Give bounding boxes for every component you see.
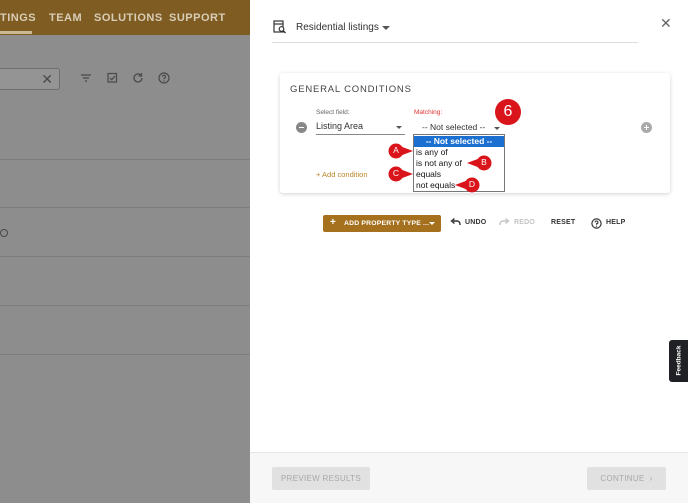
undo-icon[interactable] — [450, 217, 461, 231]
matching-value: -- Not selected -- — [422, 122, 486, 132]
active-nav-indicator — [0, 31, 32, 34]
redo-icon — [499, 217, 510, 231]
add-property-type-button[interactable]: + ADD PROPERTY TYPE ... — [323, 215, 441, 232]
select-field-label: Select field: — [316, 109, 350, 116]
checklist-icon[interactable] — [106, 72, 118, 84]
chevron-right-icon: › — [647, 474, 653, 483]
annotation-letter-b: B — [481, 157, 487, 167]
panel-title[interactable]: Residential listings — [296, 22, 379, 33]
annotation-letter-c: C — [392, 168, 400, 178]
matching-dropdown[interactable]: -- Not selected -- — [414, 121, 501, 135]
background-row-divider — [0, 354, 250, 355]
background-top-nav: TINGS TEAM SOLUTIONS SUPPORT — [0, 0, 250, 35]
sort-icon[interactable] — [80, 72, 92, 84]
background-row-divider — [0, 256, 250, 257]
nav-item-support[interactable]: SUPPORT — [169, 12, 226, 24]
feedback-tab[interactable]: Feedback — [669, 340, 688, 382]
plus-icon: + — [330, 217, 337, 228]
add-condition-link[interactable]: + Add condition — [316, 170, 368, 179]
close-icon[interactable]: ✕ — [660, 15, 672, 32]
option-not-selected[interactable]: -- Not selected -- — [414, 136, 504, 147]
help-button[interactable]: HELP — [606, 219, 625, 226]
background-row-divider — [0, 305, 250, 306]
feedback-label: Feedback — [675, 345, 683, 376]
clear-search-icon[interactable]: ✕ — [41, 71, 53, 88]
chevron-down-icon — [396, 126, 402, 129]
refresh-icon[interactable] — [132, 72, 144, 84]
select-field-dropdown[interactable]: Listing Area — [316, 121, 405, 135]
nav-item-listings[interactable]: TINGS — [0, 12, 36, 24]
matching-label: Matching: — [414, 109, 443, 116]
preview-results-button[interactable]: PREVIEW RESULTS — [272, 467, 370, 490]
help-icon[interactable] — [591, 218, 602, 232]
continue-button[interactable]: CONTINUE › — [587, 467, 666, 490]
undo-button[interactable]: UNDO — [465, 219, 486, 226]
annotation-letter-a: A — [393, 145, 399, 155]
remove-condition-icon[interactable] — [296, 122, 307, 133]
chevron-down-icon — [429, 222, 435, 225]
continue-label: CONTINUE — [600, 474, 645, 483]
help-icon — [0, 229, 8, 237]
title-underline — [272, 42, 638, 43]
background-row-divider — [0, 159, 250, 160]
nav-item-team[interactable]: TEAM — [49, 12, 82, 24]
listing-search-icon — [273, 20, 287, 34]
chevron-down-icon[interactable] — [382, 26, 390, 30]
background-row-divider — [0, 207, 250, 208]
add-condition-row-icon[interactable] — [641, 122, 652, 133]
background-search-input[interactable]: ✕ — [0, 68, 60, 90]
filter-side-panel: Residential listings ✕ GENERAL CONDITION… — [250, 0, 688, 503]
reset-button[interactable]: RESET — [551, 219, 575, 226]
redo-button[interactable]: REDO — [514, 219, 535, 226]
add-property-type-label: ADD PROPERTY TYPE ... — [344, 220, 430, 227]
help-icon[interactable] — [158, 72, 170, 84]
chevron-down-icon — [494, 127, 500, 130]
card-heading: GENERAL CONDITIONS — [290, 84, 412, 95]
background-content — [0, 35, 250, 503]
select-field-value: Listing Area — [316, 121, 364, 131]
step-marker: 6 — [495, 99, 521, 125]
annotation-letter-d: D — [468, 179, 476, 189]
nav-item-solutions[interactable]: SOLUTIONS — [94, 12, 163, 24]
